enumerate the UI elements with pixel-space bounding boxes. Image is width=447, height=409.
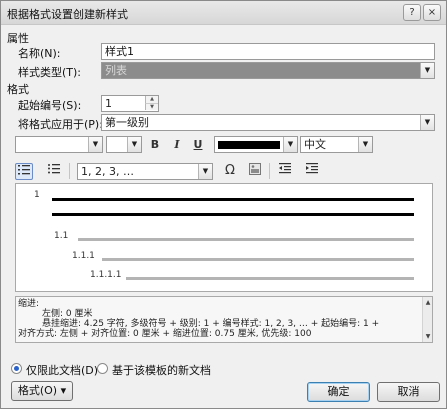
start-number-value: 1 <box>105 97 112 110</box>
description-line: 缩进: <box>18 299 40 309</box>
font-color-select[interactable]: ▼ <box>214 136 298 153</box>
preview-level-3-number: 1.1.1 <box>72 251 95 261</box>
picture-bullet-icon[interactable] <box>246 163 264 180</box>
this-document-radio[interactable] <box>11 363 22 374</box>
dialog-window: 根据格式设置创建新样式 ? × 属性 名称(N): 样式1 样式类型(T): 列… <box>0 0 447 409</box>
preview-level-4-line <box>126 277 414 280</box>
format-menu-button[interactable]: 格式(O) ▾ <box>11 381 73 401</box>
italic-button[interactable]: I <box>169 136 185 153</box>
close-button[interactable]: × <box>423 4 441 21</box>
start-number-stepper[interactable]: 1 ▲ ▼ <box>101 95 159 112</box>
properties-section-label: 属性 <box>7 32 29 45</box>
decrease-indent-icon[interactable] <box>276 163 294 180</box>
chevron-down-icon: ▼ <box>420 63 434 78</box>
underline-button[interactable]: U <box>190 136 206 153</box>
preview-level-2-line <box>78 238 414 241</box>
numbered-list-icon[interactable] <box>15 163 33 180</box>
font-size-select[interactable]: ▼ <box>106 136 142 153</box>
ok-button[interactable]: 确定 <box>307 382 370 402</box>
description-scrollbar[interactable]: ▲ ▼ <box>422 297 432 342</box>
chevron-down-icon: ▼ <box>283 137 297 152</box>
chevron-down-icon: ▼ <box>127 137 141 152</box>
bulleted-list-icon[interactable] <box>45 163 63 180</box>
title-bar: 根据格式设置创建新样式 ? × <box>1 1 446 25</box>
description-line: 左侧: 0 厘米 <box>42 309 93 319</box>
toolbar-divider <box>69 163 70 179</box>
start-number-label: 起始编号(S): <box>18 99 82 112</box>
format-section-label: 格式 <box>7 83 29 96</box>
number-style-select[interactable]: 1, 2, 3, … ▼ <box>77 163 213 180</box>
preview-level-1-number: 1 <box>34 190 40 200</box>
decrement-icon[interactable]: ▼ <box>145 103 158 110</box>
style-type-select: 列表 ▼ <box>101 62 435 79</box>
chevron-down-icon: ▼ <box>358 137 372 152</box>
preview-pane: 1 1.1 1.1.1 1.1.1.1 <box>15 183 433 292</box>
number-style-value: 1, 2, 3, … <box>81 165 134 178</box>
increase-indent-icon[interactable] <box>303 163 321 180</box>
preview-level-4-number: 1.1.1.1 <box>90 270 122 280</box>
template-label[interactable]: 基于该模板的新文档 <box>112 362 211 378</box>
chevron-down-icon: ▼ <box>88 137 102 152</box>
script-select[interactable]: 中文 ▼ <box>300 136 373 153</box>
apply-level-select[interactable]: 第一级别 ▼ <box>101 114 435 131</box>
preview-level-2-number: 1.1 <box>54 231 69 241</box>
font-color-swatch <box>218 141 280 149</box>
preview-level-1-line <box>52 198 414 201</box>
scroll-up-icon[interactable]: ▲ <box>424 298 432 308</box>
template-radio[interactable] <box>97 363 108 374</box>
style-type-label: 样式类型(T): <box>18 66 82 79</box>
scroll-down-icon[interactable]: ▼ <box>424 332 432 342</box>
toolbar-divider <box>269 163 270 179</box>
preview-level-1-line <box>52 213 414 216</box>
script-value: 中文 <box>304 138 326 151</box>
name-label: 名称(N): <box>18 47 61 60</box>
description-line: 对齐方式: 左侧 + 对齐位置: 0 厘米 + 缩进位置: 0.75 厘米, 优… <box>18 329 312 339</box>
description-line: 悬挂缩进: 4.25 字符, 多级符号 + 级别: 1 + 编号样式: 1, 2… <box>42 319 380 329</box>
chevron-down-icon: ▼ <box>198 164 212 179</box>
dialog-title: 根据格式设置创建新样式 <box>7 8 128 21</box>
font-name-select[interactable]: ▼ <box>15 136 103 153</box>
style-description: 缩进: 左侧: 0 厘米 悬挂缩进: 4.25 字符, 多级符号 + 级别: 1… <box>15 296 433 343</box>
apply-to-label: 将格式应用于(P): <box>18 118 103 131</box>
symbol-icon[interactable]: Ω <box>221 163 239 180</box>
chevron-down-icon: ▼ <box>420 115 434 130</box>
increment-icon[interactable]: ▲ <box>145 96 158 103</box>
apply-level-value: 第一级别 <box>105 116 149 129</box>
style-name-field[interactable]: 样式1 <box>101 43 435 60</box>
help-button[interactable]: ? <box>403 4 421 21</box>
bold-button[interactable]: B <box>147 136 163 153</box>
cancel-button[interactable]: 取消 <box>377 382 440 402</box>
this-document-label[interactable]: 仅限此文档(D) <box>26 362 98 378</box>
preview-level-3-line <box>102 258 414 261</box>
style-type-value: 列表 <box>105 64 127 77</box>
